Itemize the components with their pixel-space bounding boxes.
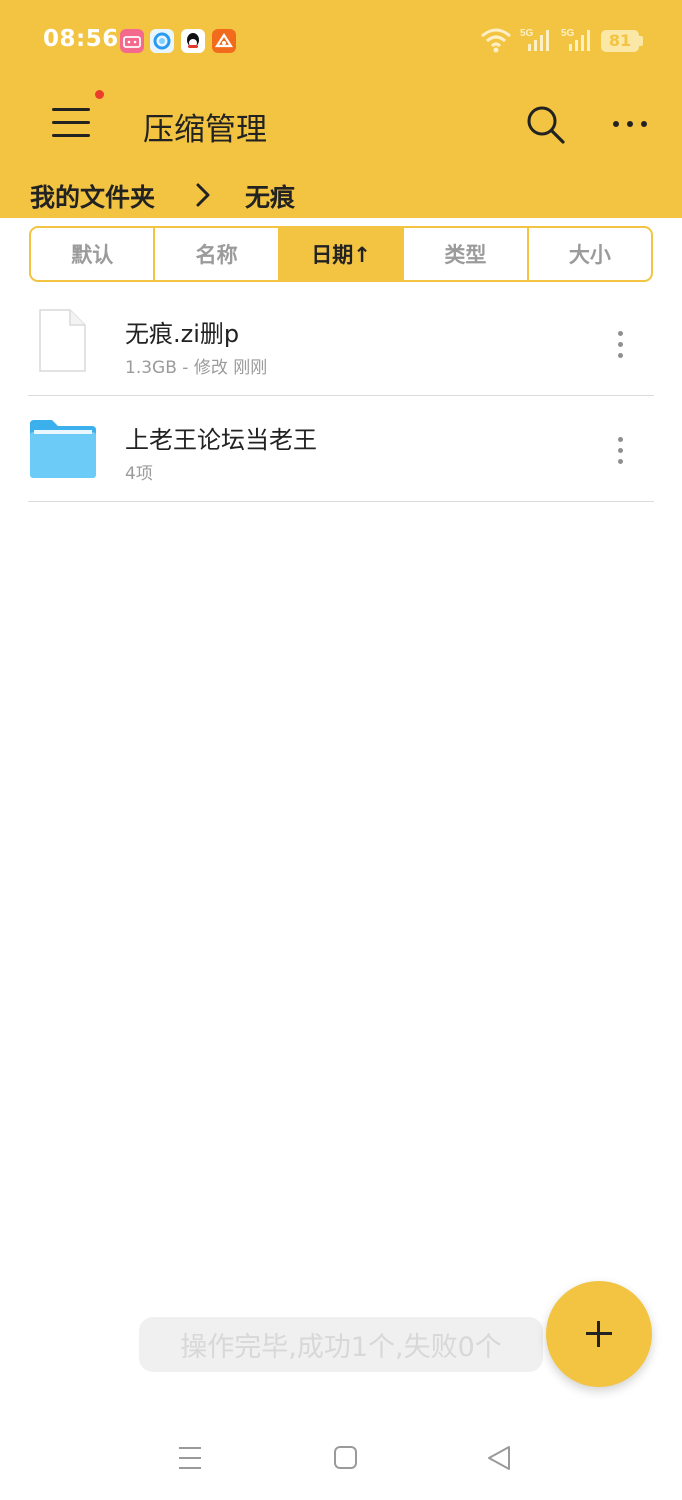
document-icon — [28, 308, 98, 378]
chevron-right-icon — [192, 182, 214, 212]
file-name: 上老王论坛当老王 — [125, 426, 317, 454]
toast-message: 操作完毕,成功1个,失败0个 — [139, 1317, 543, 1372]
signal-5g-icon: 5G — [520, 26, 554, 58]
menu-icon — [52, 108, 90, 111]
status-bar: 08:56 5G 5G 81 — [0, 0, 682, 82]
more-icon-dot — [641, 121, 647, 127]
sort-tab-name[interactable]: 名称 — [155, 228, 280, 280]
page-title: 压缩管理 — [143, 112, 267, 148]
divider — [28, 501, 654, 502]
status-time: 08:56 — [43, 26, 119, 52]
square-icon — [334, 1446, 357, 1469]
nav-home-button[interactable] — [326, 1440, 366, 1476]
plus-icon-bar — [597, 1321, 600, 1347]
app-icon — [212, 29, 236, 53]
search-button[interactable] — [520, 100, 570, 148]
item-more-button[interactable] — [605, 326, 635, 366]
qq-icon — [181, 29, 205, 53]
more-vertical-icon-dot — [618, 353, 623, 358]
sort-tab-date[interactable]: 日期↑ — [279, 228, 405, 280]
breadcrumb-current[interactable]: 无痕 — [245, 178, 295, 214]
sort-tab-size[interactable]: 大小 — [529, 228, 651, 280]
more-vertical-icon-dot — [618, 448, 623, 453]
file-meta: 4项 — [125, 464, 153, 484]
add-button[interactable] — [546, 1281, 652, 1387]
notification-dot — [95, 90, 104, 99]
nav-back-button[interactable] — [480, 1440, 520, 1476]
sort-tab-default[interactable]: 默认 — [31, 228, 156, 280]
more-icon — [613, 121, 619, 127]
browser-icon — [150, 29, 174, 53]
more-vertical-icon-dot — [618, 342, 623, 347]
list-item[interactable]: 无痕.zi删p 1.3GB - 修改 刚刚 — [0, 290, 682, 396]
more-vertical-icon-dot — [618, 459, 623, 464]
breadcrumb-root[interactable]: 我的文件夹 — [30, 178, 155, 214]
file-name: 无痕.zi删p — [125, 320, 240, 348]
menu-button[interactable] — [46, 90, 104, 146]
signal-5g-icon: 5G — [561, 26, 595, 58]
folder-icon — [28, 416, 98, 486]
battery-indicator: 81 — [601, 30, 639, 52]
svg-text:5G: 5G — [520, 28, 534, 39]
menu-icon-line — [52, 134, 90, 137]
menu-lines-icon — [179, 1447, 201, 1469]
more-vertical-icon — [618, 437, 623, 442]
wifi-icon — [480, 26, 512, 58]
battery-nub — [639, 36, 643, 46]
nav-recents-button[interactable] — [170, 1440, 210, 1476]
sort-tab-type[interactable]: 类型 — [404, 228, 529, 280]
battery-level: 81 — [608, 31, 632, 50]
app-header: 08:56 5G 5G 81 压缩管理 我的文件夹 无痕 — [0, 0, 682, 218]
more-options-button[interactable] — [604, 104, 656, 144]
file-meta: 1.3GB - 修改 刚刚 — [125, 358, 268, 378]
list-item[interactable]: 上老王论坛当老王 4项 — [0, 396, 682, 502]
bilibili-icon — [120, 29, 144, 53]
more-icon-dot — [627, 121, 633, 127]
item-more-button[interactable] — [605, 432, 635, 472]
more-vertical-icon — [618, 331, 623, 336]
search-icon — [527, 106, 565, 144]
menu-icon-line — [52, 121, 90, 124]
sort-tabs: 默认 名称 日期↑ 类型 大小 — [29, 226, 653, 282]
svg-text:5G: 5G — [561, 28, 575, 39]
back-triangle-icon — [488, 1446, 510, 1470]
